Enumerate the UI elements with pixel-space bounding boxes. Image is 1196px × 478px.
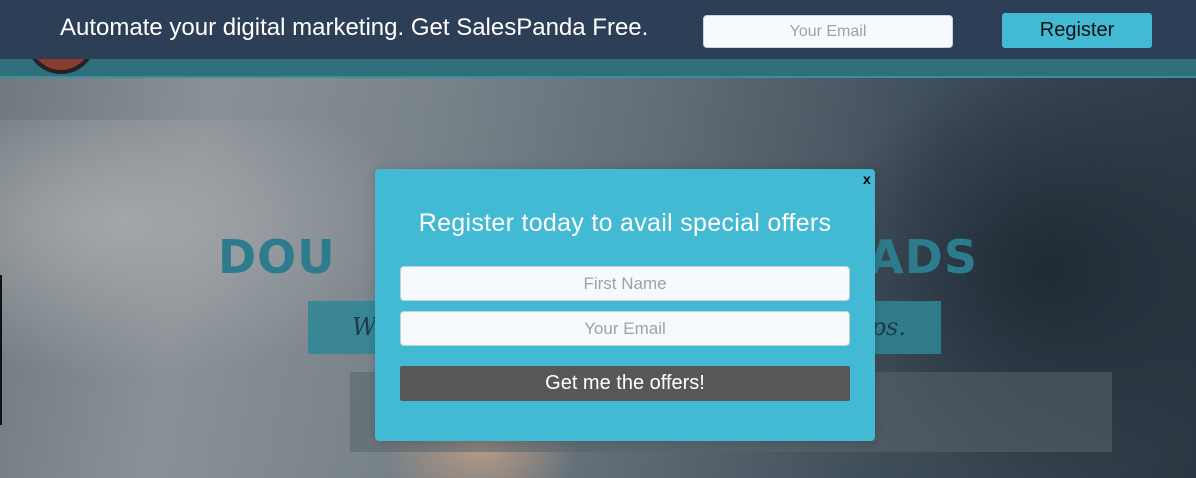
first-name-input[interactable] xyxy=(400,266,850,301)
hero-heading-left: DOU xyxy=(218,230,336,284)
hero-subtitle-left: W xyxy=(352,313,377,341)
modal-email-input[interactable] xyxy=(400,311,850,346)
left-edge-line xyxy=(0,275,2,425)
promo-text: Automate your digital marketing. Get Sal… xyxy=(60,14,649,41)
topbar-register-button[interactable]: Register xyxy=(1002,13,1152,48)
promo-topbar: Automate your digital marketing. Get Sal… xyxy=(0,0,1196,59)
get-offers-button[interactable]: Get me the offers! xyxy=(400,366,850,401)
register-modal: x Register today to avail special offers… xyxy=(375,169,875,441)
close-icon[interactable]: x xyxy=(863,171,871,187)
topbar-email-input[interactable] xyxy=(703,15,953,48)
modal-title: Register today to avail special offers xyxy=(418,209,832,237)
hero-subtitle-right: ps. xyxy=(870,313,906,341)
